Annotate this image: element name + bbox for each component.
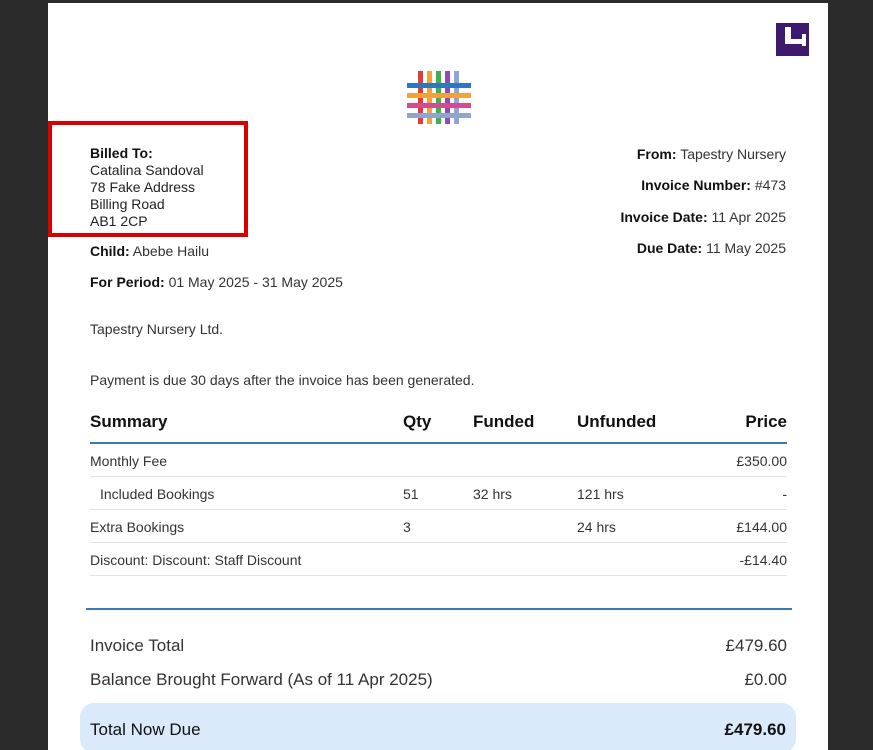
- billed-to-block: Billed To: Catalina Sandoval 78 Fake Add…: [90, 145, 204, 230]
- invoice-date-field: Invoice Date: 11 Apr 2025: [620, 209, 786, 225]
- header-funded: Funded: [473, 412, 535, 431]
- header-price: Price: [745, 412, 787, 431]
- row-summary: Monthly Fee: [90, 453, 168, 469]
- header-unfunded: Unfunded: [577, 412, 657, 431]
- tapestry-logo-icon: [407, 71, 471, 124]
- row-price: £350.00: [736, 453, 787, 469]
- invoice-total-label: Invoice Total: [90, 636, 185, 655]
- corner-logo-icon: [776, 23, 809, 56]
- total-due-box: Total Now Due £479.60: [80, 703, 796, 750]
- table-header: Summary Qty Funded Unfunded Price: [90, 408, 787, 444]
- child-value: Abebe Hailu: [132, 243, 210, 259]
- row-summary: Discount: Discount: Staff Discount: [90, 552, 302, 568]
- from-field: From: Tapestry Nursery: [637, 146, 786, 162]
- row-price: £144.00: [736, 519, 787, 535]
- total-due-label: Total Now Due: [90, 720, 201, 739]
- invoice-number-label: Invoice Number:: [641, 177, 751, 193]
- header-summary: Summary: [90, 412, 168, 431]
- billed-to-postcode: AB1 2CP: [90, 213, 148, 229]
- period-field: For Period: 01 May 2025 - 31 May 2025: [90, 274, 343, 290]
- child-label: Child:: [90, 243, 130, 259]
- row-summary: Extra Bookings: [90, 519, 185, 535]
- row-unfunded: 24 hrs: [577, 519, 616, 535]
- invoice-total-row: Invoice Total £479.60: [90, 636, 787, 660]
- due-date-label: Due Date:: [636, 240, 703, 256]
- table-row: Extra Bookings 3 24 hrs £144.00: [90, 510, 787, 543]
- invoice-date-label: Invoice Date:: [620, 209, 708, 225]
- due-date-value: 11 May 2025: [706, 240, 786, 256]
- table-row: Discount: Discount: Staff Discount -£14.…: [90, 543, 787, 576]
- row-price: -: [782, 486, 787, 502]
- child-field: Child: Abebe Hailu: [90, 243, 209, 259]
- invoice-number-value: #473: [754, 177, 786, 193]
- invoice-number-field: Invoice Number: #473: [641, 177, 786, 193]
- total-due-value: £479.60: [724, 720, 786, 739]
- invoice-page: Billed To: Catalina Sandoval 78 Fake Add…: [48, 3, 828, 750]
- totals-divider: [86, 608, 792, 610]
- row-qty: 3: [403, 519, 411, 535]
- payment-note: Payment is due 30 days after the invoice…: [90, 372, 475, 388]
- row-summary: Included Bookings: [100, 486, 215, 502]
- row-price: -£14.40: [739, 552, 787, 568]
- period-label: For Period:: [90, 274, 165, 290]
- period-value: 01 May 2025 - 31 May 2025: [168, 274, 343, 290]
- due-date-field: Due Date: 11 May 2025: [637, 240, 786, 256]
- from-label: From:: [636, 146, 677, 162]
- company-name: Tapestry Nursery Ltd.: [90, 321, 224, 337]
- invoice-date-value: 11 Apr 2025: [711, 209, 786, 225]
- summary-table: Summary Qty Funded Unfunded Price Monthl…: [90, 408, 787, 576]
- billed-to-label: Billed To:: [90, 145, 153, 161]
- balance-label: Balance Brought Forward (As of 11 Apr 20…: [90, 670, 433, 689]
- header-qty: Qty: [403, 412, 432, 431]
- row-qty: 51: [403, 486, 419, 502]
- billed-to-address-line1: 78 Fake Address: [90, 179, 196, 195]
- table-row: Monthly Fee £350.00: [90, 444, 787, 477]
- balance-row: Balance Brought Forward (As of 11 Apr 20…: [90, 670, 787, 694]
- billed-to-name: Catalina Sandoval: [90, 162, 204, 178]
- invoice-total-value: £479.60: [725, 636, 787, 655]
- balance-value: £0.00: [744, 670, 787, 689]
- row-unfunded: 121 hrs: [577, 486, 624, 502]
- table-row: Included Bookings 51 32 hrs 121 hrs -: [90, 477, 787, 510]
- row-funded: 32 hrs: [473, 486, 512, 502]
- billed-to-address-line2: Billing Road: [90, 196, 165, 212]
- from-value: Tapestry Nursery: [680, 146, 786, 162]
